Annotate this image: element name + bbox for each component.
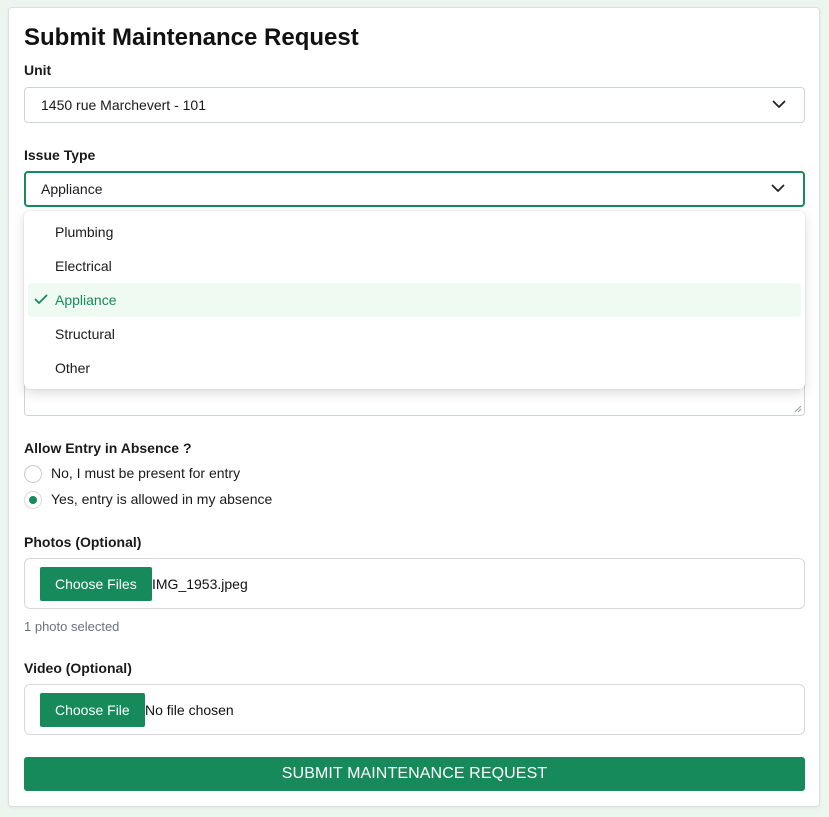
video-file-name: No file chosen <box>145 702 234 718</box>
video-file-input[interactable]: Choose File No file chosen <box>24 684 805 735</box>
radio-label: Yes, entry is allowed in my absence <box>51 491 273 507</box>
photos-file-input[interactable]: Choose Files IMG_1953.jpeg <box>24 558 805 609</box>
unit-label: Unit <box>24 62 52 78</box>
maintenance-request-form: Submit Maintenance Request Unit 1450 rue… <box>8 7 820 807</box>
option-appliance[interactable]: Appliance <box>28 283 801 317</box>
photos-label: Photos (Optional) <box>24 534 142 550</box>
option-electrical[interactable]: Electrical <box>28 249 801 283</box>
entry-label: Allow Entry in Absence ? <box>24 440 192 456</box>
option-other[interactable]: Other <box>28 351 801 385</box>
issue-type-select[interactable]: Appliance <box>24 171 805 207</box>
video-label: Video (Optional) <box>24 660 132 676</box>
photos-helper-text: 1 photo selected <box>24 619 120 634</box>
photos-file-name: IMG_1953.jpeg <box>152 576 248 592</box>
radio-label: No, I must be present for entry <box>51 465 241 481</box>
page-title: Submit Maintenance Request <box>24 24 359 51</box>
choose-files-button[interactable]: Choose Files <box>40 567 152 601</box>
resize-handle-icon[interactable] <box>794 405 802 413</box>
issue-type-select-value: Appliance <box>41 181 103 197</box>
radio-button[interactable] <box>24 465 42 483</box>
option-structural[interactable]: Structural <box>28 317 801 351</box>
unit-select[interactable]: 1450 rue Marchevert - 101 <box>24 87 805 123</box>
choose-file-button[interactable]: Choose File <box>40 693 145 727</box>
radio-button-selected[interactable] <box>24 491 42 509</box>
chevron-down-icon <box>772 100 786 108</box>
option-plumbing[interactable]: Plumbing <box>28 215 801 249</box>
issue-type-label: Issue Type <box>24 147 96 163</box>
issue-type-dropdown-menu: Plumbing Electrical Appliance Structural… <box>24 211 805 389</box>
unit-select-value: 1450 rue Marchevert - 101 <box>41 97 206 113</box>
chevron-down-icon <box>771 184 785 192</box>
submit-button[interactable]: SUBMIT MAINTENANCE REQUEST <box>24 757 805 791</box>
checkmark-icon <box>34 294 48 304</box>
